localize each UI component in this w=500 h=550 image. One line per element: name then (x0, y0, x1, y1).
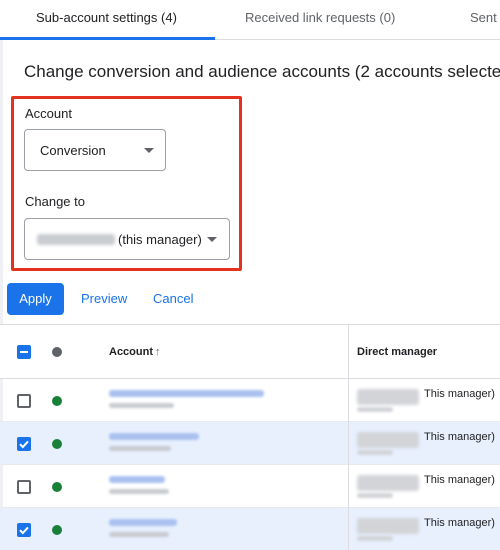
table-row[interactable]: This manager) (0, 465, 500, 508)
manager-name-redacted (357, 389, 419, 405)
manager-id-redacted (357, 493, 393, 498)
apply-button[interactable]: Apply (7, 283, 64, 315)
account-label: Account (25, 106, 72, 121)
manager-label: This manager) (424, 431, 495, 443)
account-name-redacted[interactable] (109, 433, 199, 440)
manager-name-redacted (357, 518, 419, 534)
account-name-redacted[interactable] (109, 476, 165, 483)
dropdown-arrow-icon (144, 148, 154, 153)
change-to-select[interactable]: (this manager) (24, 218, 230, 260)
manager-name-redacted (357, 432, 419, 448)
status-dot-icon (52, 439, 62, 449)
manager-label: This manager) (424, 474, 495, 486)
account-id-redacted (109, 532, 169, 537)
select-all-checkbox[interactable] (17, 345, 31, 359)
tab-received-link-requests[interactable]: Received link requests (0) (245, 0, 395, 40)
manager-id-redacted (357, 407, 393, 412)
sort-arrow-icon[interactable]: ↑ (155, 346, 161, 358)
page-title: Change conversion and audience accounts … (24, 62, 500, 81)
status-dot-icon (52, 525, 62, 535)
account-name-redacted[interactable] (109, 390, 264, 397)
account-id-redacted (109, 446, 171, 451)
accounts-table: Account ↑ Direct manager This manager) T… (0, 324, 500, 550)
account-column-header[interactable]: Account (109, 346, 153, 358)
tab-bar: Sub-account settings (4) Received link r… (0, 0, 500, 40)
table-header-row: Account ↑ Direct manager (0, 325, 500, 379)
account-select[interactable]: Conversion (24, 129, 166, 171)
active-tab-indicator (0, 37, 215, 40)
redacted-manager-name (37, 234, 115, 245)
account-select-value: Conversion (40, 143, 106, 158)
status-column-icon (52, 347, 62, 357)
row-checkbox[interactable] (17, 523, 31, 537)
change-to-label: Change to (25, 194, 85, 209)
tab-sent[interactable]: Sent (470, 0, 497, 40)
row-checkbox[interactable] (17, 394, 31, 408)
status-dot-icon (52, 482, 62, 492)
manager-id-redacted (357, 450, 393, 455)
row-checkbox[interactable] (17, 437, 31, 451)
dropdown-arrow-icon (207, 237, 217, 242)
preview-button[interactable]: Preview (81, 283, 127, 315)
direct-manager-column-header[interactable]: Direct manager (357, 346, 437, 358)
cancel-button[interactable]: Cancel (153, 283, 193, 315)
column-divider[interactable] (348, 325, 349, 550)
manager-name-redacted (357, 475, 419, 491)
account-id-redacted (109, 489, 169, 494)
row-checkbox[interactable] (17, 480, 31, 494)
account-id-redacted (109, 403, 174, 408)
manager-id-redacted (357, 536, 393, 541)
table-row[interactable]: This manager) (0, 422, 500, 465)
status-dot-icon (52, 396, 62, 406)
change-to-select-value: (this manager) (118, 232, 202, 247)
table-row[interactable]: This manager) (0, 379, 500, 422)
manager-label: This manager) (424, 517, 495, 529)
account-name-redacted[interactable] (109, 519, 177, 526)
tab-sub-account-settings[interactable]: Sub-account settings (4) (36, 0, 177, 40)
manager-label: This manager) (424, 388, 495, 400)
table-row[interactable]: This manager) (0, 508, 500, 550)
